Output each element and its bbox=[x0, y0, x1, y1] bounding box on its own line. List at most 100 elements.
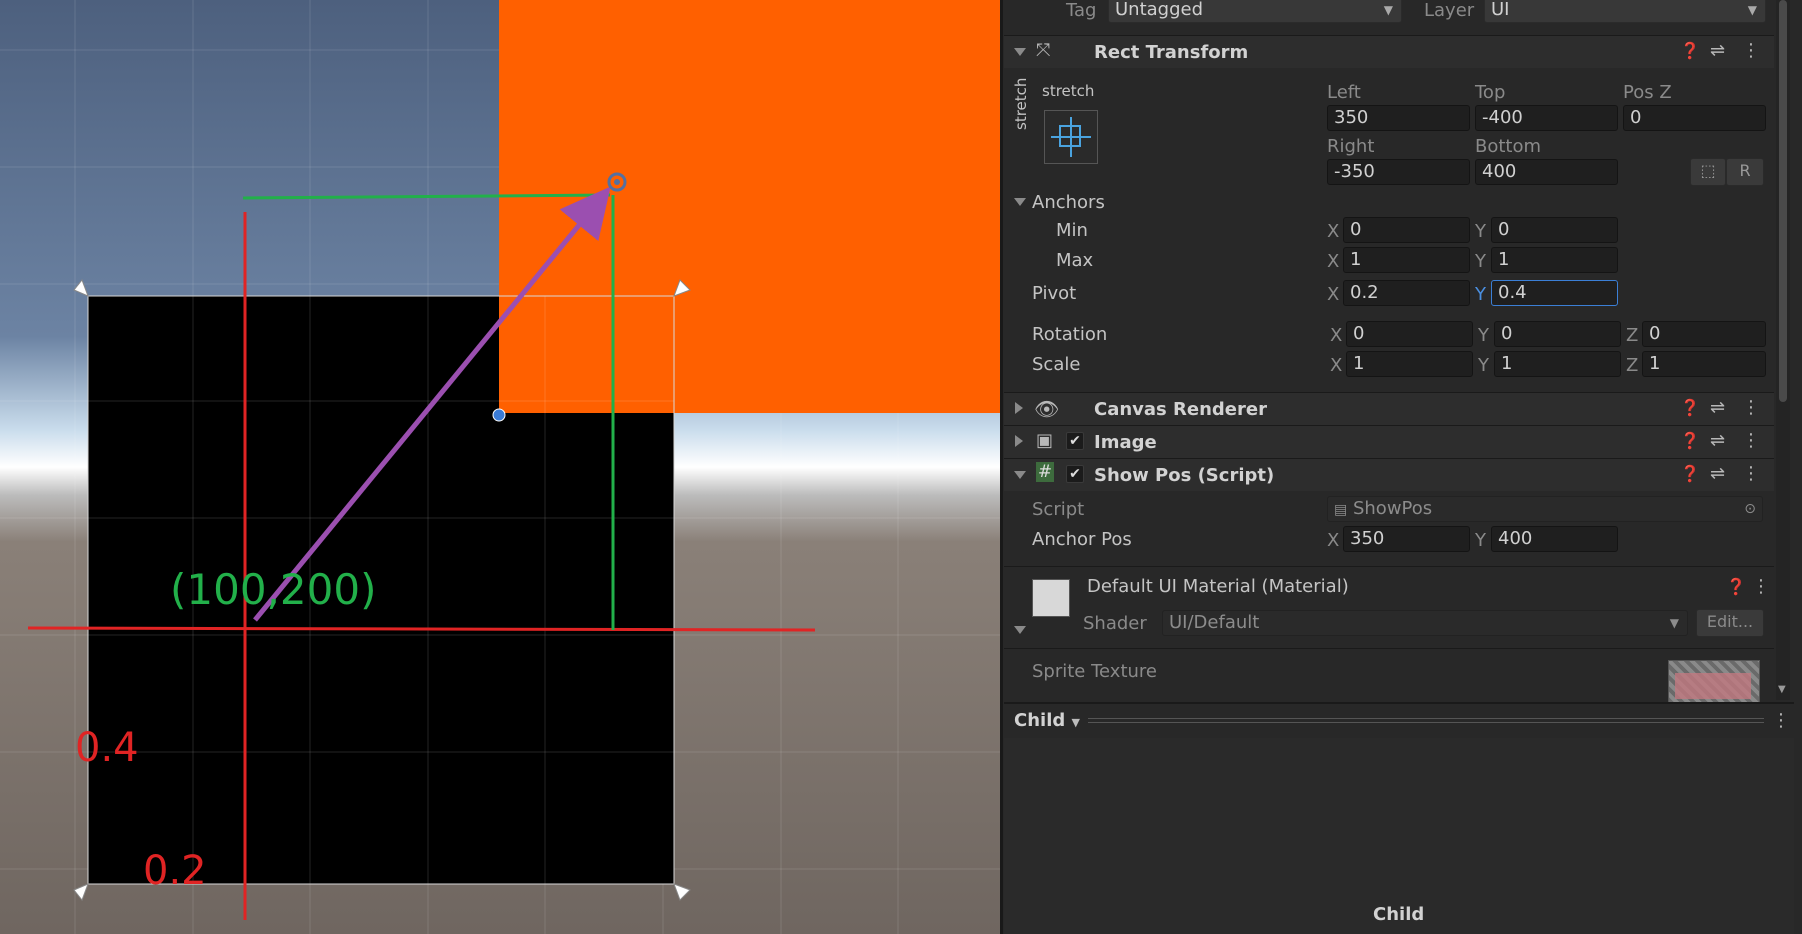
scale-y-field[interactable]: 1 bbox=[1494, 351, 1621, 377]
rot-x-label: X bbox=[1330, 325, 1343, 346]
scroll-down-arrow-icon[interactable]: ▼ bbox=[1778, 684, 1786, 695]
kebab-menu-icon[interactable]: ⋮ bbox=[1742, 463, 1760, 484]
inspector-scrollbar[interactable]: ▼ bbox=[1776, 0, 1790, 700]
chevron-down-icon: ▼ bbox=[1747, 3, 1757, 17]
show-pos-title: Show Pos (Script) bbox=[1094, 465, 1275, 486]
preset-icon[interactable]: ⇌ bbox=[1710, 40, 1725, 61]
anchor-max-y-field[interactable]: 1 bbox=[1491, 247, 1618, 273]
rotation-label: Rotation bbox=[1032, 324, 1108, 345]
scale-x-field[interactable]: 1 bbox=[1346, 351, 1473, 377]
scale-z-label: Z bbox=[1626, 355, 1639, 376]
bottom-field[interactable]: 400 bbox=[1475, 159, 1618, 185]
anchor-min-x-field[interactable]: 0 bbox=[1343, 217, 1470, 243]
rect-transform-icon: ⤧ bbox=[1036, 40, 1051, 61]
shader-dropdown[interactable]: UI/Default ▼ bbox=[1162, 610, 1688, 636]
help-icon[interactable]: ❓ bbox=[1726, 577, 1746, 596]
rotation-x-field[interactable]: 0 bbox=[1346, 321, 1473, 347]
scale-y-label: Y bbox=[1478, 355, 1489, 376]
script-object-field[interactable]: ▤ ShowPos ⊙ bbox=[1327, 496, 1763, 522]
rotation-z-field[interactable]: 0 bbox=[1642, 321, 1766, 347]
object-picker-icon[interactable]: ⊙ bbox=[1744, 497, 1756, 521]
foldout-down-icon[interactable] bbox=[1014, 471, 1026, 479]
rect-transform-title: Rect Transform bbox=[1094, 42, 1249, 63]
preset-icon[interactable]: ⇌ bbox=[1710, 397, 1725, 418]
material-preview-swatch[interactable] bbox=[1032, 579, 1070, 617]
anchor-preset-button[interactable] bbox=[1044, 110, 1098, 164]
kebab-menu-icon[interactable]: ⋮ bbox=[1752, 576, 1770, 597]
anchor-blue-dot bbox=[492, 408, 506, 422]
preview-dropdown[interactable]: Child ▼ bbox=[1014, 710, 1080, 731]
help-icon[interactable]: ❓ bbox=[1680, 398, 1700, 417]
pivot-y-annotation: 0.4 bbox=[75, 725, 139, 771]
pivot-x-field[interactable]: 0.2 bbox=[1343, 280, 1470, 306]
kebab-menu-icon[interactable]: ⋮ bbox=[1742, 397, 1760, 418]
chevron-down-icon: ▼ bbox=[1383, 3, 1393, 17]
preset-icon[interactable]: ⇌ bbox=[1710, 430, 1725, 451]
image-enabled-checkbox[interactable]: ✔ bbox=[1066, 432, 1084, 450]
layer-value: UI bbox=[1491, 0, 1510, 20]
red-horizontal-line bbox=[27, 626, 816, 632]
rot-z-label: Z bbox=[1626, 325, 1639, 346]
anchor-pos-y-label: Y bbox=[1475, 530, 1486, 551]
foldout-down-icon[interactable] bbox=[1014, 48, 1026, 56]
shader-edit-button[interactable]: Edit... bbox=[1696, 609, 1764, 637]
scrollbar-thumb[interactable] bbox=[1779, 0, 1787, 402]
rot-y-label: Y bbox=[1478, 325, 1489, 346]
anchor-max-x-field[interactable]: 1 bbox=[1343, 247, 1470, 273]
help-icon[interactable]: ❓ bbox=[1680, 431, 1700, 450]
scale-z-field[interactable]: 1 bbox=[1642, 351, 1766, 377]
raw-edit-button[interactable]: R bbox=[1726, 158, 1764, 186]
scale-label: Scale bbox=[1032, 354, 1081, 375]
left-field[interactable]: 350 bbox=[1327, 105, 1470, 131]
help-icon[interactable]: ❓ bbox=[1680, 464, 1700, 483]
chevron-down-icon: ▼ bbox=[1071, 716, 1080, 729]
scale-x-label: X bbox=[1330, 355, 1343, 376]
material-foldout-icon[interactable] bbox=[1014, 626, 1026, 634]
tag-dropdown[interactable]: Untagged ▼ bbox=[1108, 0, 1402, 23]
foldout-right-icon[interactable] bbox=[1015, 435, 1023, 447]
pivot-x-label: X bbox=[1327, 284, 1340, 305]
preset-icon[interactable]: ⇌ bbox=[1710, 463, 1725, 484]
top-label: Top bbox=[1475, 82, 1506, 103]
anchors-foldout-icon[interactable] bbox=[1014, 198, 1026, 206]
pivot-x-annotation: 0.2 bbox=[143, 848, 207, 894]
scene-canvas[interactable] bbox=[0, 0, 1000, 934]
preview-caption: Child bbox=[1373, 904, 1425, 925]
anchor-pos-x-label: X bbox=[1327, 530, 1340, 551]
right-label: Right bbox=[1327, 136, 1375, 157]
max-label: Max bbox=[1056, 250, 1094, 271]
max-x-label: X bbox=[1327, 251, 1340, 272]
script-file-icon: ▤ bbox=[1334, 502, 1348, 518]
shader-value: UI/Default bbox=[1169, 612, 1260, 633]
preview-drag-handle[interactable] bbox=[1088, 718, 1764, 723]
kebab-menu-icon[interactable]: ⋮ bbox=[1742, 40, 1760, 61]
anchor-pos-label: Anchor Pos bbox=[1032, 529, 1132, 550]
show-pos-enabled-checkbox[interactable]: ✔ bbox=[1066, 465, 1084, 483]
posz-field[interactable]: 0 bbox=[1623, 105, 1766, 131]
script-hash-icon: # bbox=[1036, 462, 1054, 482]
kebab-menu-icon[interactable]: ⋮ bbox=[1742, 430, 1760, 451]
anchor-pos-x-field[interactable]: 350 bbox=[1343, 526, 1470, 552]
anchor-pos-y-field[interactable]: 400 bbox=[1491, 526, 1618, 552]
bottom-label: Bottom bbox=[1475, 136, 1542, 157]
script-value: ShowPos bbox=[1352, 498, 1433, 519]
pivot-y-field[interactable]: 0.4 bbox=[1491, 280, 1618, 306]
rotation-y-field[interactable]: 0 bbox=[1494, 321, 1621, 347]
right-field[interactable]: -350 bbox=[1327, 159, 1470, 185]
scene-view[interactable]: (100,200) 0.4 0.2 bbox=[0, 0, 1000, 934]
min-label: Min bbox=[1056, 220, 1088, 241]
foldout-right-icon[interactable] bbox=[1015, 402, 1023, 414]
image-title: Image bbox=[1094, 432, 1157, 453]
sprite-texture-thumbnail[interactable] bbox=[1668, 660, 1760, 704]
help-icon[interactable]: ❓ bbox=[1680, 41, 1700, 60]
kebab-menu-icon[interactable]: ⋮ bbox=[1772, 710, 1790, 731]
top-field[interactable]: -400 bbox=[1475, 105, 1618, 131]
min-x-label: X bbox=[1327, 221, 1340, 242]
max-y-label: Y bbox=[1475, 251, 1486, 272]
preview-tab-label: Child bbox=[1014, 710, 1066, 731]
min-y-label: Y bbox=[1475, 221, 1486, 242]
layer-dropdown[interactable]: UI ▼ bbox=[1484, 0, 1766, 23]
stretch-side-label: stretch bbox=[1012, 77, 1030, 130]
anchor-min-y-field[interactable]: 0 bbox=[1491, 217, 1618, 243]
blueprint-mode-button[interactable]: ⬚ bbox=[1690, 158, 1726, 186]
